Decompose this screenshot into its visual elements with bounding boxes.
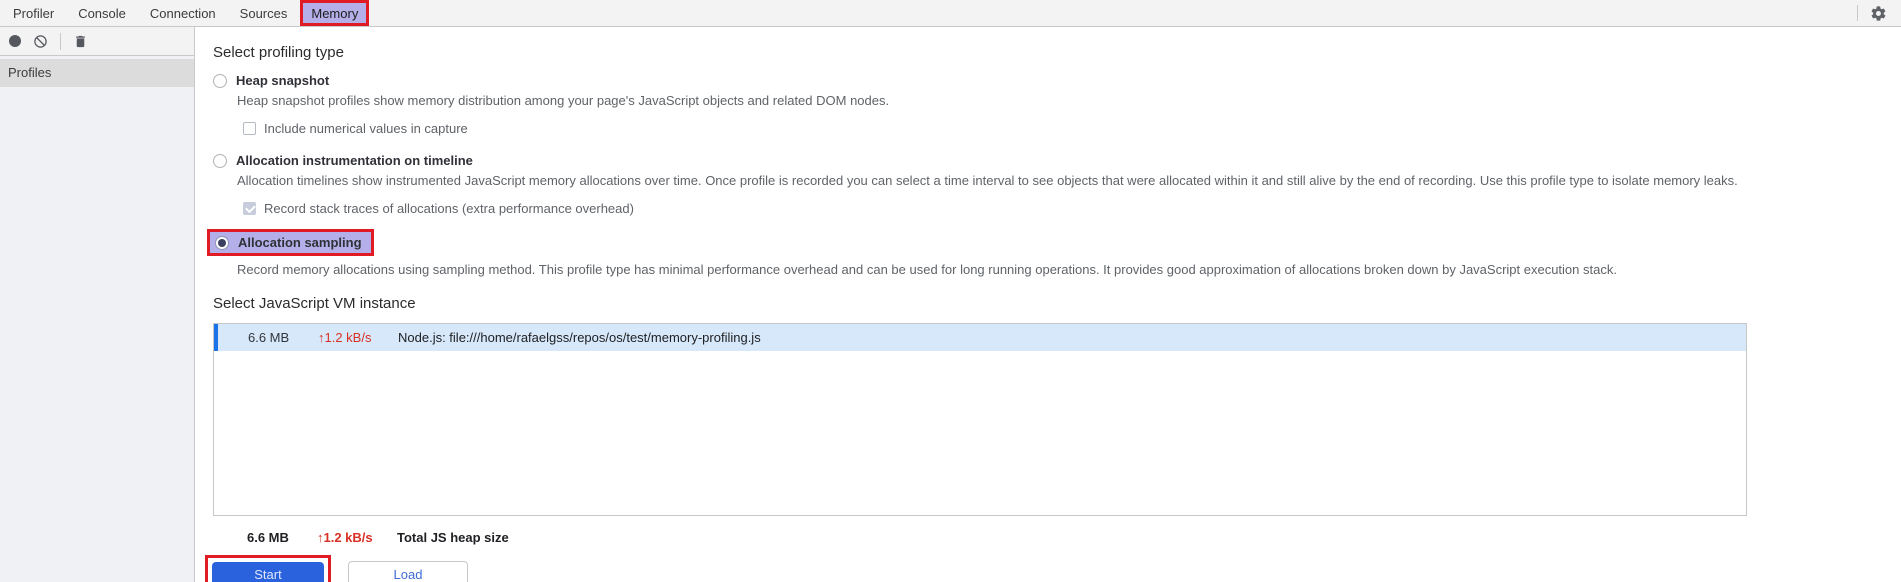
include-numerical-values-label[interactable]: Include numerical values in capture [264,121,468,136]
tab-profiler[interactable]: Profiler [2,0,65,26]
total-heap-size: 6.6 MB [247,530,289,545]
action-buttons: Start Load [205,555,1901,582]
vm-instance-list: 6.6 MB ↑1.2 kB/s Node.js: file:///home/r… [213,323,1747,516]
clear-icon[interactable] [33,34,48,49]
allocation-timeline-label[interactable]: Allocation instrumentation on timeline [236,153,473,168]
vm-heap-size: 6.6 MB [248,330,290,345]
profiles-sidebar: Profiles [0,27,195,582]
record-stack-traces-row: Record stack traces of allocations (extr… [243,201,1901,216]
tabbar-divider [1857,5,1858,21]
vm-instance-row[interactable]: 6.6 MB ↑1.2 kB/s Node.js: file:///home/r… [214,324,1746,351]
allocation-sampling-radio[interactable] [215,235,229,250]
vm-heap-rate: ↑1.2 kB/s [318,330,372,345]
memory-panel: Select profiling type Heap snapshot Heap… [195,27,1901,582]
total-heap-row: 6.6 MB ↑1.2 kB/s Total JS heap size [213,530,1901,545]
record-stack-traces-label[interactable]: Record stack traces of allocations (extr… [264,201,634,216]
heap-snapshot-label[interactable]: Heap snapshot [236,73,329,88]
allocation-timeline-description: Allocation timelines show instrumented J… [237,173,1738,188]
tab-console[interactable]: Console [67,0,137,26]
vm-instance-heading: Select JavaScript VM instance [213,295,416,312]
load-button[interactable]: Load [348,561,468,582]
start-button[interactable]: Start [212,562,324,582]
vm-instance-name: Node.js: file:///home/rafaelgss/repos/os… [398,330,761,345]
total-heap-rate: ↑1.2 kB/s [317,530,373,545]
profiling-type-heading: Select profiling type [213,44,344,61]
include-numerical-values-checkbox[interactable] [243,122,256,135]
toolbar-divider [60,32,61,50]
gear-icon[interactable] [1870,5,1887,22]
option-allocation-timeline: Allocation instrumentation on timeline [213,153,1901,168]
tab-memory[interactable]: Memory [300,0,370,26]
annotation-box-allocation-sampling: Allocation sampling [207,229,374,256]
profiles-toolbar [0,27,194,56]
annotation-box-start: Start [205,555,331,582]
tabbar-right-controls [1857,0,1901,26]
tab-connection[interactable]: Connection [139,0,227,26]
option-heap-snapshot: Heap snapshot [213,73,1901,88]
total-heap-label: Total JS heap size [397,530,509,545]
heap-snapshot-radio[interactable] [213,73,227,88]
record-icon[interactable] [9,35,21,47]
include-numerical-values-row: Include numerical values in capture [243,121,1901,136]
allocation-timeline-radio[interactable] [213,153,227,168]
panel-tabbar: Profiler Console Connection Sources Memo… [0,0,1901,27]
heap-snapshot-description: Heap snapshot profiles show memory distr… [237,93,890,108]
allocation-sampling-label[interactable]: Allocation sampling [238,235,362,250]
delete-icon[interactable] [73,34,88,49]
allocation-sampling-description: Record memory allocations using sampling… [237,262,1617,277]
sidebar-item-profiles[interactable]: Profiles [0,59,194,87]
record-stack-traces-checkbox[interactable] [243,202,256,215]
tab-sources[interactable]: Sources [229,0,299,26]
devtools-window: Profiler Console Connection Sources Memo… [0,0,1901,582]
